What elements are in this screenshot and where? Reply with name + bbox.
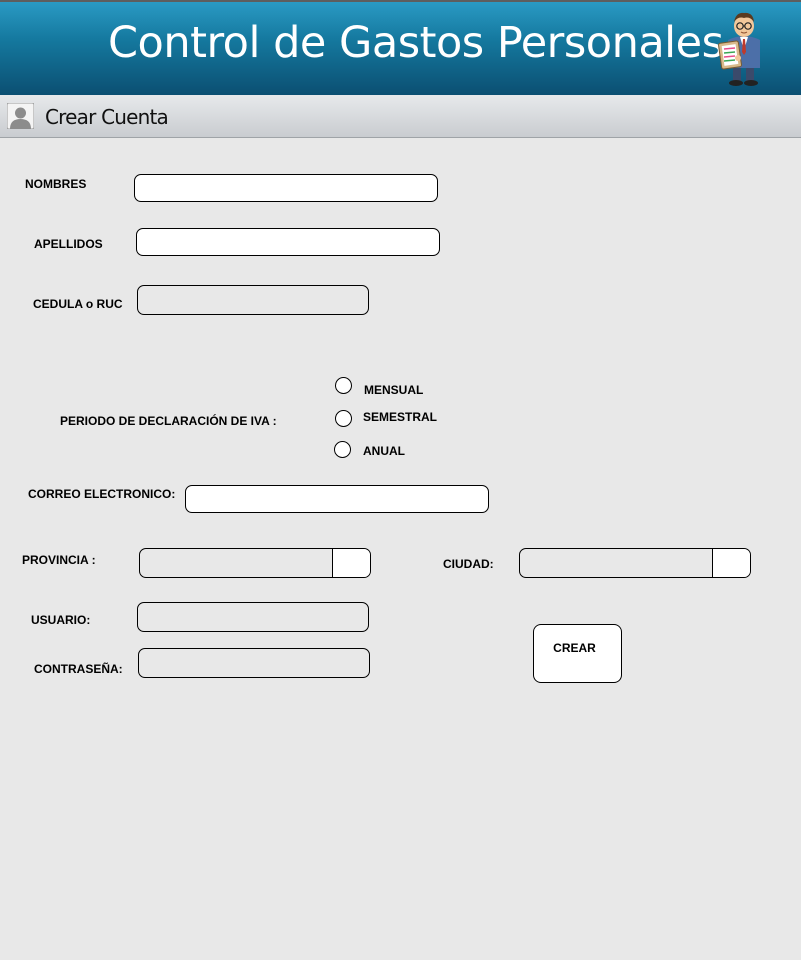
provincia-dropdown-button[interactable] <box>332 549 370 577</box>
correo-label: CORREO ELECTRONICO: <box>28 487 176 501</box>
nombres-label: NOMBRES <box>25 177 87 191</box>
usuario-input[interactable] <box>137 602 369 632</box>
usuario-label: USUARIO: <box>31 613 91 627</box>
radio-mensual[interactable] <box>335 377 352 394</box>
cedula-label: CEDULA o RUC <box>33 297 123 311</box>
section-title: Crear Cuenta <box>45 105 169 129</box>
contrasena-label: CONTRASEÑA: <box>34 662 123 676</box>
ciudad-label: CIUDAD: <box>443 557 494 571</box>
app-title: Control de Gastos Personales <box>108 18 724 68</box>
section-header: Crear Cuenta <box>0 95 801 138</box>
page: Control de Gastos Personales Crear Cuent… <box>0 0 801 960</box>
radio-semestral-label: SEMESTRAL <box>363 410 438 424</box>
crear-button[interactable]: CREAR <box>533 624 622 683</box>
apellidos-input[interactable] <box>136 228 440 256</box>
radio-anual[interactable] <box>334 441 351 458</box>
ciudad-dropdown-button[interactable] <box>712 549 750 577</box>
businessman-clipboard-icon <box>718 12 760 86</box>
ciudad-select[interactable] <box>519 548 751 578</box>
cedula-input[interactable] <box>137 285 369 315</box>
contrasena-input[interactable] <box>138 648 370 678</box>
radio-semestral[interactable] <box>335 410 352 427</box>
provincia-label: PROVINCIA : <box>22 553 96 567</box>
crear-button-label: CREAR <box>553 641 596 655</box>
correo-input[interactable] <box>185 485 489 513</box>
radio-anual-label: ANUAL <box>363 444 405 458</box>
apellidos-label: APELLIDOS <box>34 237 103 251</box>
radio-mensual-label: MENSUAL <box>364 383 424 397</box>
nombres-input[interactable] <box>134 174 438 202</box>
periodo-label: PERIODO DE DECLARACIÓN DE IVA : <box>60 414 277 428</box>
user-icon <box>7 103 34 129</box>
provincia-select[interactable] <box>139 548 371 578</box>
app-header: Control de Gastos Personales <box>0 0 801 95</box>
